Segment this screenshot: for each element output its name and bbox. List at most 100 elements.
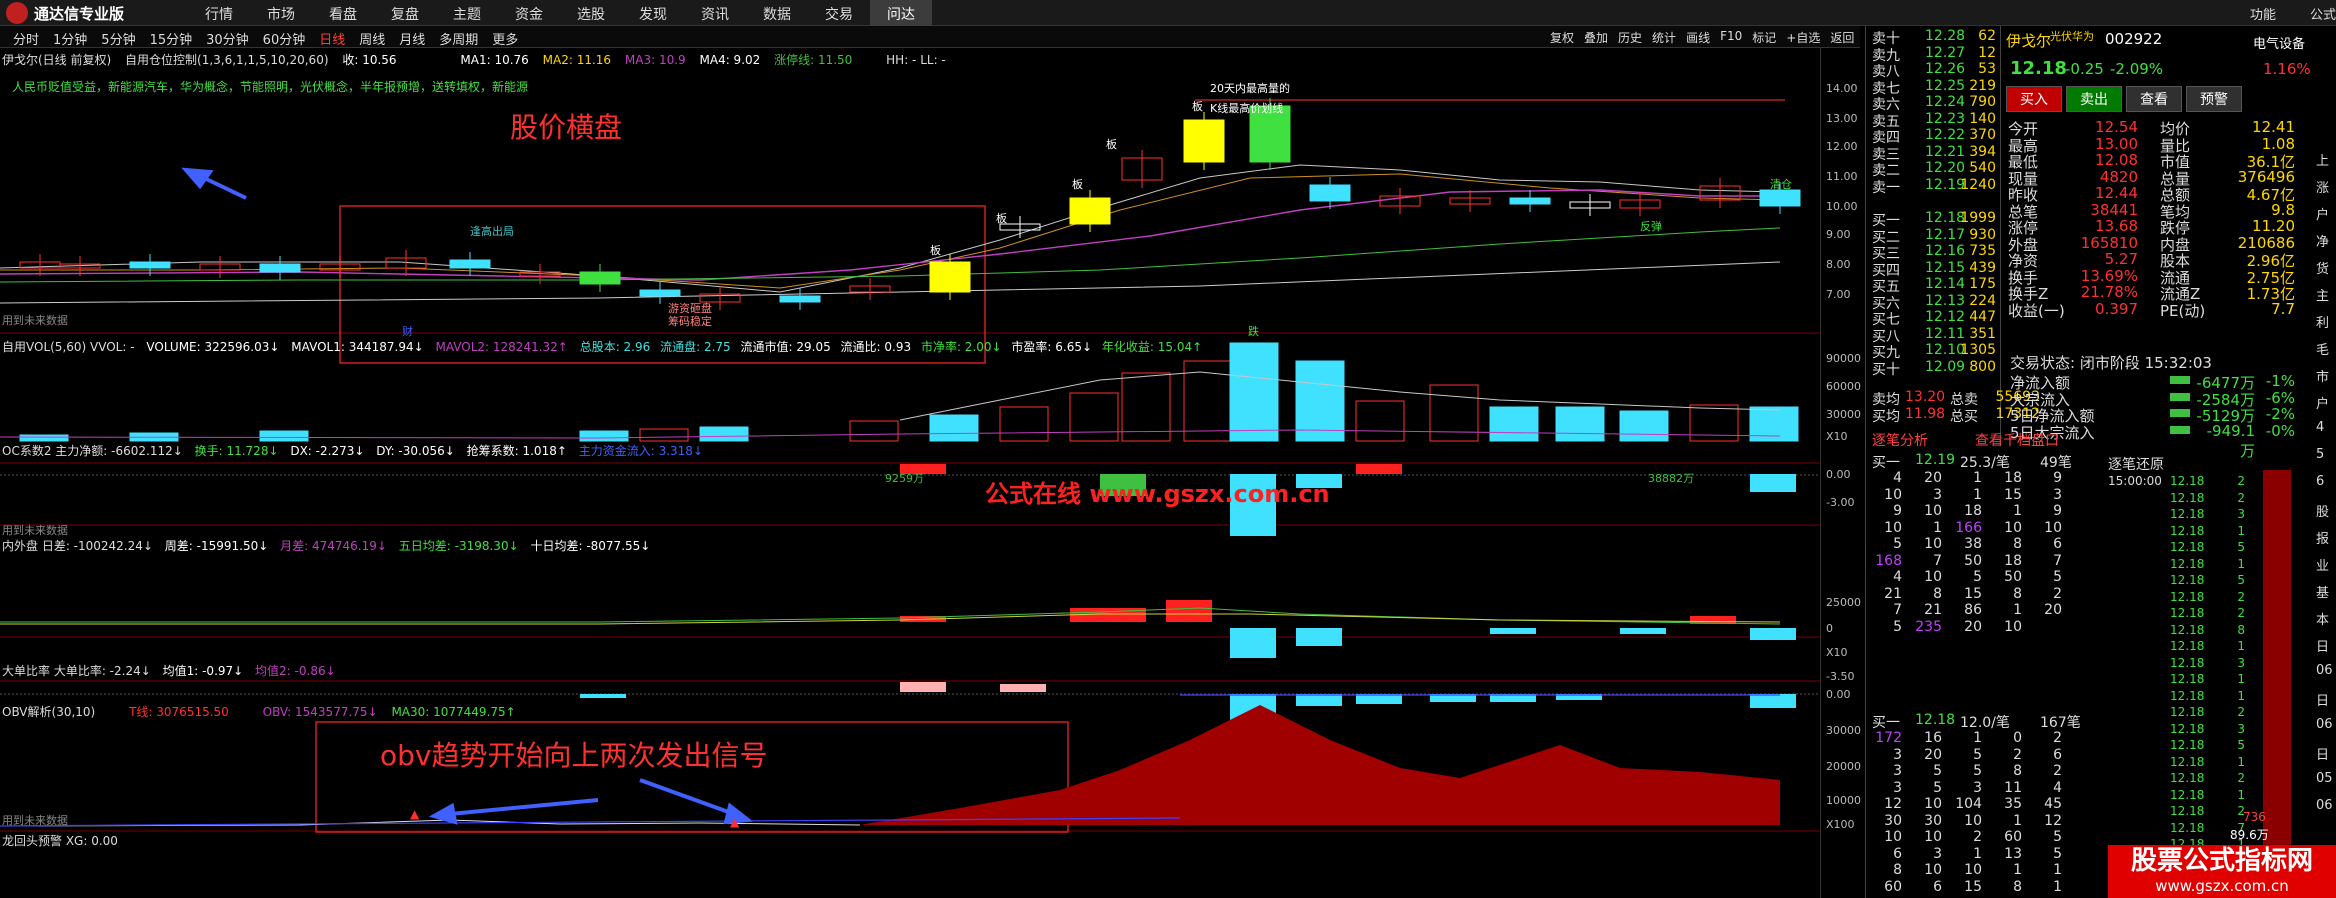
label-ma20b: K线最高价划线 bbox=[1210, 102, 1284, 115]
flow-bar bbox=[2170, 409, 2190, 417]
volume-bar bbox=[1069, 392, 1119, 442]
tick-analysis-cell: 8 bbox=[1933, 585, 1942, 602]
buy-button[interactable]: 买入 bbox=[2006, 86, 2062, 112]
period-tab-6[interactable]: 日线 bbox=[312, 29, 352, 48]
tick-analysis-cell: 6 bbox=[2053, 746, 2062, 763]
view-button[interactable]: 查看 bbox=[2126, 86, 2182, 112]
menu-item-10[interactable]: 交易 bbox=[808, 0, 870, 26]
menu-item-11[interactable]: 问达 bbox=[870, 0, 932, 26]
tool-1[interactable]: 叠加 bbox=[1579, 29, 1613, 46]
tick-volume: 2 bbox=[2237, 705, 2245, 719]
sell-button[interactable]: 卖出 bbox=[2066, 86, 2122, 112]
axis-label: -3.00 bbox=[1826, 496, 1855, 509]
menu-function[interactable]: 功能 bbox=[2250, 4, 2276, 23]
tool-2[interactable]: 历史 bbox=[1613, 29, 1647, 46]
period-tab-1[interactable]: 1分钟 bbox=[46, 29, 94, 48]
tick-volume: 1 bbox=[2237, 672, 2245, 686]
tick-analysis-cell: 10 bbox=[1884, 486, 1902, 503]
edge-label: 报 bbox=[2316, 532, 2330, 547]
period-tab-4[interactable]: 30分钟 bbox=[199, 29, 256, 48]
tick-analysis-cell: 5 bbox=[1893, 618, 1902, 635]
dx-label: DX: -2.273↓ bbox=[290, 444, 365, 458]
main-menu: 行情 市场 看盘 复盘 主题 资金 选股 发现 资讯 数据 交易 问达 bbox=[188, 0, 932, 26]
tick-analysis-cell: 10 bbox=[2004, 519, 2022, 536]
volume-bar bbox=[999, 406, 1049, 442]
tool-0[interactable]: 复权 bbox=[1545, 29, 1579, 46]
menu-item-4[interactable]: 主题 bbox=[436, 0, 498, 26]
mavol1-label: MAVOL1: 344187.94↓ bbox=[291, 340, 424, 354]
tick-analysis-cell: 30 bbox=[1884, 812, 1902, 829]
chart-area[interactable]: ▲ ▲ bbox=[0, 48, 1862, 898]
edge-label: 日 bbox=[2316, 748, 2330, 763]
period-tab-3[interactable]: 15分钟 bbox=[143, 29, 200, 48]
stat-value: 13.69% bbox=[2080, 266, 2138, 285]
tick-analysis-cell: 2 bbox=[2013, 746, 2022, 763]
tick-analysis-cell: 1 bbox=[2053, 862, 2062, 878]
period-tab-0[interactable]: 分时 bbox=[6, 29, 46, 48]
menu-formula[interactable]: 公式 bbox=[2310, 4, 2336, 23]
tick-analysis-cell: 20 bbox=[1964, 618, 1982, 635]
oc-value-1: 9259万 bbox=[885, 472, 924, 485]
edge-label: 05 bbox=[2316, 771, 2333, 786]
tick-price: 12.18 bbox=[2170, 622, 2205, 637]
period-tab-7[interactable]: 周线 bbox=[352, 29, 392, 48]
volume-bar bbox=[579, 430, 629, 442]
period-tab-9[interactable]: 多周期 bbox=[432, 29, 485, 48]
menu-item-2[interactable]: 看盘 bbox=[312, 0, 374, 26]
tick-analysis-cell: 1 bbox=[1933, 519, 1942, 536]
tick-analysis-cell: 3 bbox=[1893, 779, 1902, 796]
tick-analysis-cell: 18 bbox=[2004, 552, 2022, 569]
menu-item-9[interactable]: 数据 bbox=[746, 0, 808, 26]
tick-analysis-cell: 20 bbox=[1924, 470, 1942, 486]
axis-label: -3.50 bbox=[1826, 670, 1855, 683]
tool-8[interactable]: 返回 bbox=[1825, 29, 1859, 46]
stat-value: 13.68 bbox=[2095, 217, 2138, 235]
tool-3[interactable]: 统计 bbox=[1647, 29, 1681, 46]
tick-analysis-row2-field: 买一 bbox=[1872, 715, 1900, 731]
tick-analysis-title[interactable]: 逐笔分析 bbox=[1872, 430, 1928, 450]
menu-item-8[interactable]: 资讯 bbox=[684, 0, 746, 26]
tick-analysis-cell: 3 bbox=[1893, 746, 1902, 763]
tool-5[interactable]: F10 bbox=[1715, 29, 1747, 46]
tick-analysis-cell: 8 bbox=[2013, 763, 2022, 779]
period-tab-2[interactable]: 5分钟 bbox=[94, 29, 142, 48]
tool-7[interactable]: +自选 bbox=[1781, 29, 1825, 46]
avg1-label: 均值1: -0.97↓ bbox=[162, 664, 244, 678]
tick-analysis-row-field: 49笔 bbox=[2040, 455, 2072, 471]
flow-bar bbox=[2170, 376, 2190, 384]
period-tab-5[interactable]: 60分钟 bbox=[256, 29, 313, 48]
tick-price: 12.18 bbox=[2170, 705, 2205, 719]
alert-button[interactable]: 预警 bbox=[2186, 86, 2242, 112]
candle bbox=[779, 295, 821, 303]
tick-analysis-cell: 10 bbox=[1964, 862, 1982, 878]
menu-item-1[interactable]: 市场 bbox=[250, 0, 312, 26]
candle bbox=[1509, 197, 1551, 205]
menu-item-7[interactable]: 发现 bbox=[622, 0, 684, 26]
sector-name[interactable]: 电气设备 bbox=[2253, 33, 2305, 52]
period-tab-10[interactable]: 更多 bbox=[485, 29, 525, 48]
ma4-label: MA4: 9.02 bbox=[699, 53, 761, 67]
tick-analysis-cell: 10 bbox=[2044, 519, 2062, 536]
menu-item-0[interactable]: 行情 bbox=[188, 0, 250, 26]
sell-level-volume: 140 bbox=[1969, 110, 1996, 127]
depth-link[interactable]: 查看千档盘口 bbox=[1975, 430, 2059, 450]
menu-item-6[interactable]: 选股 bbox=[560, 0, 622, 26]
tick-analysis-cell: 4 bbox=[1893, 569, 1902, 585]
tick-analysis-cell: 4 bbox=[2053, 779, 2062, 796]
tick-volume: 1 bbox=[2237, 754, 2245, 769]
tick-volume: 2 bbox=[2237, 771, 2245, 785]
tool-4[interactable]: 画线 bbox=[1681, 29, 1715, 46]
period-tab-8[interactable]: 月线 bbox=[392, 29, 432, 48]
volume-bar bbox=[699, 426, 749, 442]
volume-bar bbox=[639, 428, 689, 442]
menu-item-3[interactable]: 复盘 bbox=[374, 0, 436, 26]
nw-bar bbox=[1230, 628, 1276, 658]
stock-period-label: 伊戈尔(日线 前复权) bbox=[2, 53, 112, 67]
tick-analysis-cell: 5 bbox=[1973, 763, 1982, 779]
nw-bar bbox=[1166, 600, 1212, 622]
tool-6[interactable]: 标记 bbox=[1747, 29, 1781, 46]
oc-bar bbox=[1750, 474, 1796, 492]
tick-analysis-cell: 50 bbox=[1964, 552, 1982, 569]
menu-item-5[interactable]: 资金 bbox=[498, 0, 560, 26]
tick-analysis-cell: 2 bbox=[2053, 730, 2062, 746]
